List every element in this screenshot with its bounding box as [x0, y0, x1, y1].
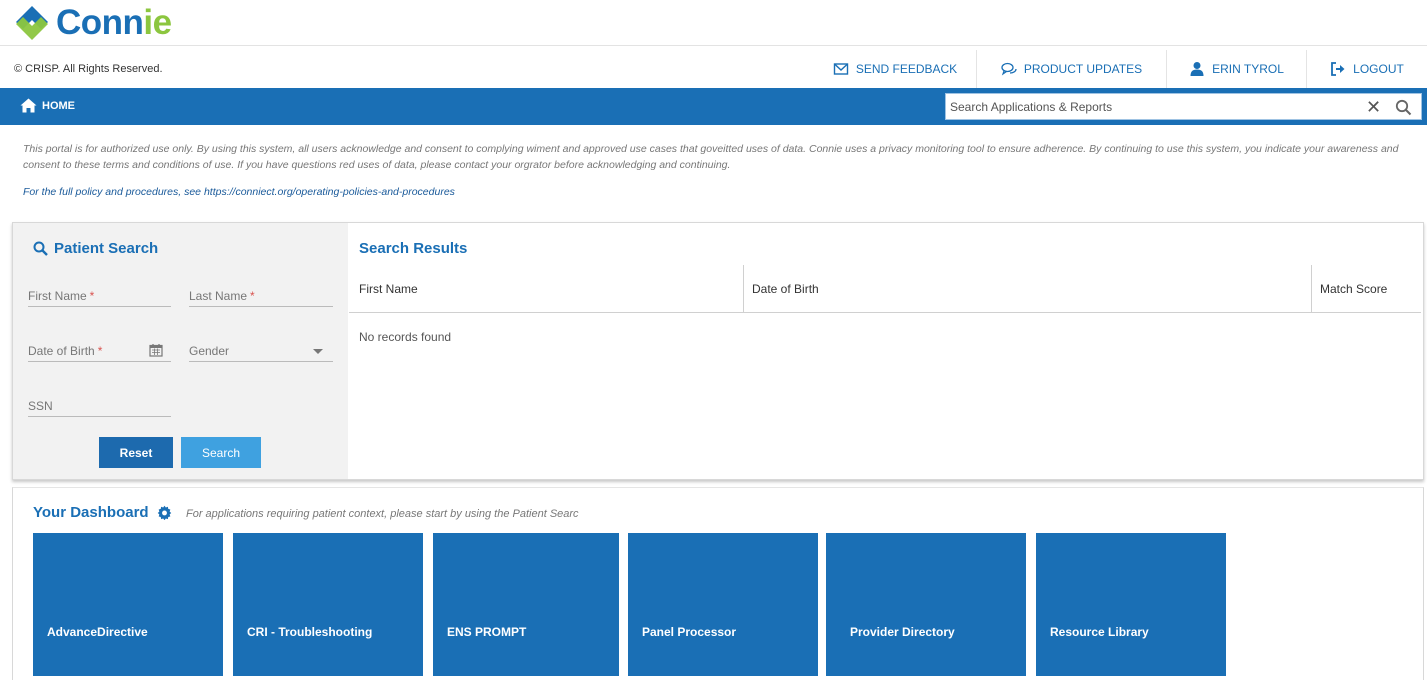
copyright-text: © CRISP. All Rights Reserved. — [14, 63, 163, 75]
user-icon — [1190, 62, 1204, 76]
user-name: ERIN TYROL — [1212, 62, 1284, 76]
date-of-birth-field[interactable]: Date of Birth * — [28, 340, 171, 362]
first-name-label: First Name * — [28, 289, 95, 303]
first-name-field[interactable]: First Name * — [28, 285, 171, 307]
ssn-label: SSN — [28, 399, 53, 413]
caret-down-icon — [313, 349, 323, 354]
connie-logo[interactable]: Connie — [14, 4, 172, 42]
gender-select[interactable]: Gender — [189, 340, 333, 362]
search-icon — [33, 241, 48, 256]
dashboard-tile[interactable]: ENS PROMPT — [433, 533, 619, 676]
home-label: HOME — [42, 99, 75, 112]
ssn-field[interactable]: SSN — [28, 395, 171, 417]
search-button[interactable]: Search — [181, 437, 261, 468]
gear-icon[interactable] — [157, 505, 172, 520]
close-icon[interactable]: ✕ — [1366, 98, 1381, 116]
dashboard-tile[interactable]: Resource Library — [1036, 533, 1226, 676]
send-feedback-link[interactable]: SEND FEEDBACK — [820, 50, 970, 88]
dashboard-tile[interactable]: CRI - Troubleshooting — [233, 533, 423, 676]
column-header-match-score[interactable]: Match Score — [1311, 265, 1387, 313]
logout-link[interactable]: LOGOUT — [1306, 50, 1427, 88]
calendar-icon[interactable] — [149, 343, 163, 357]
dashboard-tile[interactable]: Panel Processor — [628, 533, 818, 676]
dashboard-tile[interactable]: AdvanceDirective — [33, 533, 223, 676]
reset-button[interactable]: Reset — [99, 437, 173, 468]
app-search-box: ✕ — [945, 93, 1422, 120]
dashboard-panel: Your Dashboard For applications requirin… — [12, 487, 1424, 680]
search-icon[interactable] — [1395, 99, 1412, 116]
policy-prefix: For the full policy and procedures, see — [23, 186, 204, 198]
logo-bar: Connie — [0, 0, 1427, 46]
column-header-date-of-birth[interactable]: Date of Birth — [743, 265, 819, 313]
home-icon — [20, 98, 37, 113]
usage-notice: This portal is for authorized use only. … — [23, 143, 1399, 171]
connie-logo-icon — [16, 6, 48, 40]
chat-bubbles-icon — [1001, 62, 1017, 76]
column-header-first-name[interactable]: First Name — [359, 265, 418, 313]
sign-out-icon — [1331, 62, 1345, 76]
product-updates-label: PRODUCT UPDATES — [1023, 62, 1143, 76]
search-results-header: First Name Date of Birth Match Score — [349, 265, 1421, 313]
dashboard-title: Your Dashboard — [33, 504, 172, 521]
patient-search-title: Patient Search — [33, 240, 158, 257]
app-name: Connie — [56, 3, 172, 42]
last-name-label: Last Name * — [189, 289, 255, 303]
no-records-message: No records found — [359, 330, 452, 344]
home-link[interactable]: HOME — [20, 98, 75, 113]
search-results-title: Search Results — [359, 240, 468, 257]
product-updates-link[interactable]: PRODUCT UPDATES — [976, 50, 1166, 88]
policy-line: For the full policy and procedures, see … — [23, 186, 455, 198]
last-name-field[interactable]: Last Name * — [189, 285, 333, 307]
dashboard-tile[interactable]: Provider Directory — [826, 533, 1026, 676]
envelope-icon — [833, 63, 849, 75]
main-nav-bar: HOME ✕ — [0, 88, 1427, 125]
dashboard-hint: For applications requiring patient conte… — [186, 508, 579, 520]
app-search-input[interactable] — [946, 94, 1356, 119]
policy-link[interactable]: https://conniect.org/operating-policies-… — [204, 186, 455, 198]
send-feedback-label: SEND FEEDBACK — [855, 62, 958, 76]
user-menu[interactable]: ERIN TYROL — [1166, 50, 1306, 88]
utility-bar: © CRISP. All Rights Reserved. SEND FEEDB… — [0, 50, 1427, 88]
date-of-birth-label: Date of Birth * — [28, 344, 103, 358]
logout-label: LOGOUT — [1353, 62, 1404, 76]
patient-search-panel: Patient Search First Name * Last Name * Da… — [12, 222, 1424, 480]
patient-search-form: Patient Search First Name * Last Name * Da… — [13, 223, 348, 479]
gender-label: Gender — [189, 344, 230, 358]
